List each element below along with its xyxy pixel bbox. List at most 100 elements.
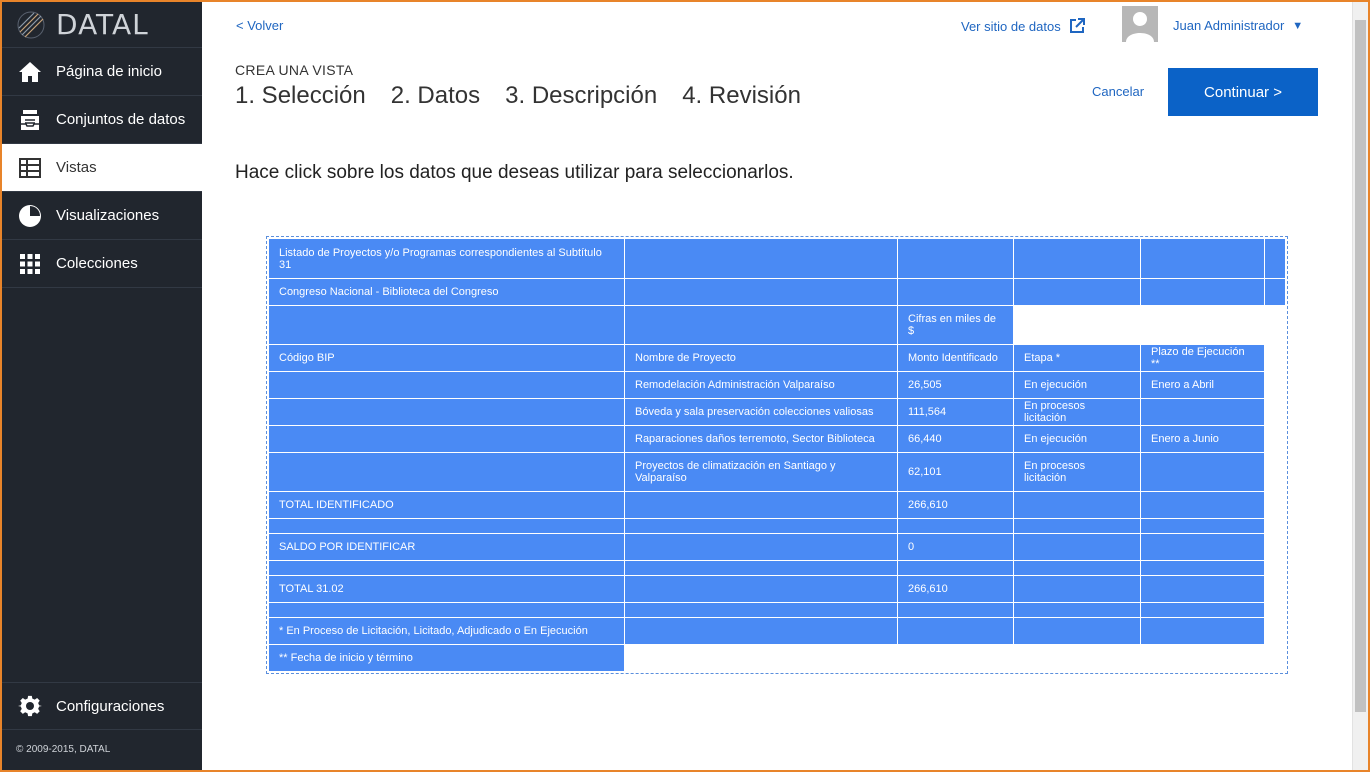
table-cell[interactable] — [268, 452, 625, 492]
table-row[interactable]: Código BIP Nombre de Proyecto Monto Identi… — [268, 344, 1286, 372]
sidebar-item-settings[interactable]: Configuraciones — [2, 682, 202, 730]
table-cell[interactable] — [1264, 238, 1286, 279]
table-cell[interactable] — [1140, 575, 1265, 603]
table-cell[interactable] — [1140, 452, 1265, 492]
table-row[interactable]: Listado de Proyectos y/o Programas corre… — [268, 238, 1286, 279]
table-cell[interactable] — [624, 305, 898, 345]
table-row[interactable]: Congreso Nacional - Biblioteca del Congr… — [268, 278, 1286, 306]
table-cell[interactable] — [897, 518, 1014, 534]
table-cell[interactable] — [624, 278, 898, 306]
table-cell[interactable]: 111,564 — [897, 398, 1014, 426]
table-cell[interactable]: Raparaciones daños terremoto, Sector Bib… — [624, 425, 898, 453]
table-row[interactable]: Remodelación Administración Valparaíso 26… — [268, 371, 1286, 399]
table-cell[interactable] — [624, 533, 898, 561]
table-cell[interactable] — [268, 398, 625, 426]
table-cell[interactable]: Etapa * — [1013, 344, 1141, 372]
table-row[interactable]: ** Fecha de inicio y término — [268, 644, 1286, 672]
table-row[interactable]: TOTAL IDENTIFICADO 266,610 — [268, 491, 1286, 519]
sidebar-item-datasets[interactable]: Conjuntos de datos — [2, 96, 202, 144]
table-cell[interactable] — [1140, 278, 1265, 306]
user-menu[interactable]: Juan Administrador ▼ — [1173, 18, 1303, 33]
table-cell[interactable]: En procesos licitación — [1013, 452, 1141, 492]
table-cell[interactable]: Nombre de Proyecto — [624, 344, 898, 372]
table-cell[interactable] — [268, 305, 625, 345]
table-row[interactable]: Bóveda y sala preservación colecciones v… — [268, 398, 1286, 426]
table-row[interactable] — [268, 518, 1286, 534]
table-cell[interactable]: SALDO POR IDENTIFICAR — [268, 533, 625, 561]
table-cell[interactable] — [897, 278, 1014, 306]
table-cell[interactable] — [1013, 238, 1141, 279]
table-cell[interactable] — [1013, 602, 1141, 618]
table-cell[interactable]: Congreso Nacional - Biblioteca del Congr… — [268, 278, 625, 306]
table-cell[interactable]: 0 — [897, 533, 1014, 561]
table-cell[interactable] — [624, 602, 898, 618]
table-cell[interactable] — [1013, 518, 1141, 534]
table-cell[interactable] — [624, 491, 898, 519]
table-cell[interactable]: 26,505 — [897, 371, 1014, 399]
table-cell[interactable] — [1013, 575, 1141, 603]
table-row[interactable]: * En Proceso de Licitación, Licitado, Ad… — [268, 617, 1286, 645]
table-cell[interactable] — [897, 560, 1014, 576]
table-cell[interactable] — [268, 518, 625, 534]
continue-button[interactable]: Continuar > — [1168, 68, 1318, 116]
sidebar-item-visualizations[interactable]: Visualizaciones — [2, 192, 202, 240]
table-cell[interactable]: ** Fecha de inicio y término — [268, 644, 625, 672]
sidebar-item-views[interactable]: Vistas — [2, 144, 202, 192]
table-cell[interactable]: Enero a Abril — [1140, 371, 1265, 399]
table-cell[interactable]: En ejecución — [1013, 371, 1141, 399]
table-cell[interactable]: En procesos licitación — [1013, 398, 1141, 426]
table-cell[interactable] — [897, 238, 1014, 279]
table-cell[interactable] — [1264, 278, 1286, 306]
table-cell[interactable] — [1013, 560, 1141, 576]
sidebar-item-home[interactable]: Página de inicio — [2, 48, 202, 96]
table-row[interactable]: Proyectos de climatización en Santiago y… — [268, 452, 1286, 492]
table-cell[interactable] — [1140, 398, 1265, 426]
table-cell[interactable]: Monto Identificado — [897, 344, 1014, 372]
table-cell[interactable]: 66,440 — [897, 425, 1014, 453]
avatar[interactable] — [1122, 6, 1158, 42]
table-cell[interactable] — [897, 602, 1014, 618]
table-cell[interactable]: 62,101 — [897, 452, 1014, 492]
table-row[interactable]: Cifras en miles de $ — [268, 305, 1286, 345]
table-cell[interactable]: En ejecución — [1013, 425, 1141, 453]
table-cell[interactable] — [1013, 491, 1141, 519]
table-cell[interactable] — [1140, 602, 1265, 618]
scroll-thumb[interactable] — [1355, 20, 1366, 712]
table-cell[interactable]: * En Proceso de Licitación, Licitado, Ad… — [268, 617, 625, 645]
table-cell[interactable]: Bóveda y sala preservación colecciones v… — [624, 398, 898, 426]
table-cell[interactable] — [1140, 617, 1265, 645]
table-cell[interactable]: 266,610 — [897, 575, 1014, 603]
view-data-site-link[interactable]: Ver sitio de datos — [961, 18, 1085, 34]
table-cell[interactable] — [268, 560, 625, 576]
table-row[interactable]: SALDO POR IDENTIFICAR 0 — [268, 533, 1286, 561]
table-cell[interactable] — [624, 575, 898, 603]
table-cell[interactable] — [1140, 238, 1265, 279]
table-cell[interactable] — [1140, 518, 1265, 534]
logo[interactable]: DATAL — [2, 2, 202, 48]
table-cell[interactable] — [624, 617, 898, 645]
table-cell[interactable] — [624, 560, 898, 576]
table-cell[interactable]: Cifras en miles de $ — [897, 305, 1014, 345]
table-cell[interactable]: Plazo de Ejecución ** — [1140, 344, 1265, 372]
back-link[interactable]: < Volver — [236, 18, 283, 33]
table-cell[interactable]: Enero a Junio — [1140, 425, 1265, 453]
table-row[interactable] — [268, 602, 1286, 618]
table-cell[interactable]: Listado de Proyectos y/o Programas corre… — [268, 238, 625, 279]
table-cell[interactable]: 266,610 — [897, 491, 1014, 519]
cancel-link[interactable]: Cancelar — [1092, 84, 1144, 99]
table-cell[interactable]: TOTAL 31.02 — [268, 575, 625, 603]
table-cell[interactable] — [268, 371, 625, 399]
table-cell[interactable] — [268, 425, 625, 453]
table-cell[interactable] — [1140, 533, 1265, 561]
table-cell[interactable]: TOTAL IDENTIFICADO — [268, 491, 625, 519]
table-cell[interactable] — [624, 518, 898, 534]
table-cell[interactable] — [1013, 278, 1141, 306]
data-table[interactable]: Listado de Proyectos y/o Programas corre… — [268, 238, 1286, 672]
sidebar-item-collections[interactable]: Colecciones — [2, 240, 202, 288]
table-cell[interactable]: Remodelación Administración Valparaíso — [624, 371, 898, 399]
scrollbar[interactable] — [1352, 2, 1368, 770]
table-cell[interactable] — [897, 617, 1014, 645]
table-cell[interactable] — [1013, 533, 1141, 561]
table-cell[interactable] — [1140, 491, 1265, 519]
table-cell[interactable] — [1140, 560, 1265, 576]
